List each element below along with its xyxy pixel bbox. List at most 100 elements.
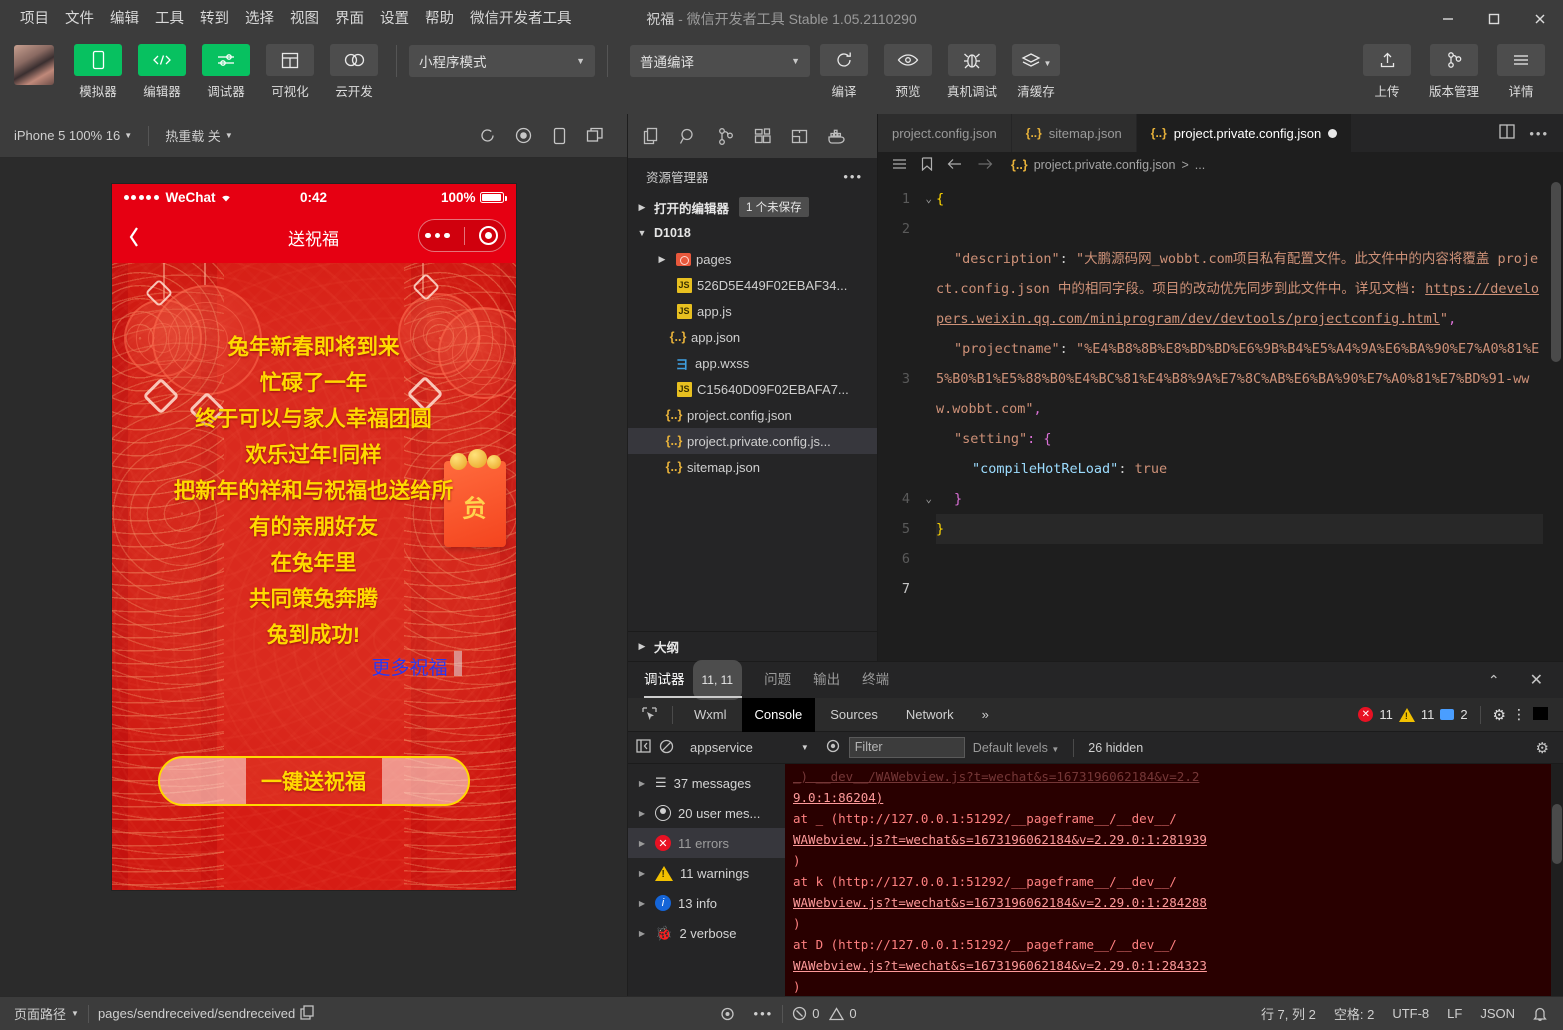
split-editor-icon[interactable]	[1499, 124, 1515, 142]
files-icon[interactable]	[634, 119, 668, 153]
forward-arrow-icon[interactable]	[977, 158, 993, 173]
console-sidebar-item-verbose[interactable]: ▶ 🐞 2 verbose	[628, 918, 785, 948]
tab-project-config-json[interactable]: project.config.json	[878, 114, 1012, 152]
bookmark-icon[interactable]	[921, 157, 933, 174]
statusbar-indentation[interactable]: 空格: 2	[1325, 1004, 1383, 1023]
devtools-tab-wxml[interactable]: Wxml	[681, 698, 740, 732]
console-sidebar-item-info[interactable]: ▶ i 13 info	[628, 888, 785, 918]
file-row-projectconfig[interactable]: {..} project.config.json	[628, 402, 877, 428]
dock-icon[interactable]	[1532, 706, 1557, 724]
panel-tab-output[interactable]: 输出	[813, 662, 840, 698]
close-miniprogram-icon[interactable]	[479, 226, 498, 245]
code-editor[interactable]: ⌄1 2 3 ⌄4 5 6 7 { "description": "大鹏源码网_…	[878, 178, 1563, 661]
panel-tab-problems[interactable]: 问题	[764, 662, 791, 698]
console-sidebar-item-messages[interactable]: ▶ ☰ 37 messages	[628, 768, 785, 798]
compile-select[interactable]: 普通编译 ▼	[630, 45, 810, 77]
simulator-popout-button[interactable]	[577, 121, 613, 151]
console-levels-select[interactable]: Default levels ▼	[973, 741, 1059, 755]
simulator-record-button[interactable]	[505, 121, 541, 151]
file-row-hash2[interactable]: JS C15640D09F02EBAFA7...	[628, 376, 877, 402]
bell-icon[interactable]	[1524, 1006, 1563, 1022]
settings-icon[interactable]: ⚙	[1493, 706, 1506, 724]
avatar[interactable]	[14, 45, 54, 85]
devtools-more-tabs[interactable]: »	[969, 698, 1002, 732]
statusbar-eol[interactable]: LF	[1438, 1006, 1471, 1021]
console-scrollbar[interactable]	[1551, 764, 1563, 996]
toolbar-button-simulator[interactable]: 模拟器	[68, 44, 128, 100]
open-editors-section[interactable]: ▶ 打开的编辑器 1 个未保存	[628, 194, 877, 220]
copy-icon[interactable]	[300, 1005, 314, 1023]
docker-icon[interactable]	[819, 119, 853, 153]
menu-item-select[interactable]: 选择	[237, 0, 282, 38]
search-icon[interactable]	[671, 119, 705, 153]
toolbar-button-cloud[interactable]: 云开发	[324, 44, 384, 100]
menu-item-devtools[interactable]: 微信开发者工具	[462, 0, 580, 38]
file-row-projectprivateconfig[interactable]: {..} project.private.config.js...	[628, 428, 877, 454]
hotreload-select[interactable]: 热重载 关 ▼	[165, 126, 233, 145]
close-button[interactable]	[1517, 0, 1563, 38]
settings-icon[interactable]: ⚙	[1536, 739, 1549, 757]
toolbar-button-editor[interactable]: 编辑器	[132, 44, 192, 100]
toolbar-button-compile[interactable]: 编译	[814, 44, 874, 100]
menu-item-goto[interactable]: 转到	[192, 0, 237, 38]
statusbar-encoding[interactable]: UTF-8	[1383, 1006, 1438, 1021]
file-row-sitemap[interactable]: {..} sitemap.json	[628, 454, 877, 480]
send-blessing-button[interactable]: 一键送祝福	[158, 756, 470, 806]
toolbar-button-visualization[interactable]: 可视化	[260, 44, 320, 100]
mode-select[interactable]: 小程序模式 ▼	[409, 45, 595, 77]
maximize-button[interactable]	[1471, 0, 1517, 38]
statusbar-problems[interactable]: 0 0	[783, 1006, 865, 1021]
toolbar-button-preview[interactable]: 预览	[878, 44, 938, 100]
menu-item-tools[interactable]: 工具	[147, 0, 192, 38]
inspect-icon[interactable]	[634, 707, 664, 722]
statusbar-cursor-position[interactable]: 行 7, 列 2	[1252, 1004, 1325, 1023]
tab-project-private-config-json[interactable]: {..} project.private.config.json	[1137, 114, 1352, 152]
toolbar-button-debugger[interactable]: 调试器	[196, 44, 256, 100]
statusbar-language[interactable]: JSON	[1471, 1006, 1524, 1021]
menu-item-help[interactable]: 帮助	[417, 0, 462, 38]
menu-item-settings[interactable]: 设置	[372, 0, 417, 38]
console-hidden-count[interactable]: 26 hidden	[1088, 741, 1143, 755]
devtools-tab-network[interactable]: Network	[893, 698, 967, 732]
statusbar-more-button[interactable]: •••	[745, 1006, 783, 1021]
menu-item-view[interactable]: 视图	[282, 0, 327, 38]
minimize-button[interactable]	[1425, 0, 1471, 38]
console-log-output[interactable]: _) __dev__/WAWebview.js?t=wechat&s=16731…	[785, 764, 1563, 996]
outline-section[interactable]: ▶ 大纲	[628, 631, 877, 661]
kebab-icon[interactable]: ⋮	[1512, 706, 1526, 723]
console-sidebar-item-user-messages[interactable]: ▶ 20 user mes...	[628, 798, 785, 828]
console-sidebar-item-warnings[interactable]: ▶ 11 warnings	[628, 858, 785, 888]
device-select[interactable]: iPhone 5 100% 16 ▼	[14, 128, 132, 143]
fold-icon[interactable]: ⌄	[925, 184, 932, 214]
eye-icon[interactable]	[825, 739, 841, 756]
toolbar-button-clear-cache[interactable]: ▼ 清缓存	[1006, 44, 1066, 100]
code-text[interactable]: { "description": "大鹏源码网_wobbt.com项目私有配置文…	[936, 178, 1563, 661]
toolbar-button-upload[interactable]: 上传	[1357, 44, 1417, 100]
file-row-appjs[interactable]: JS app.js	[628, 298, 877, 324]
page-path-select[interactable]: 页面路径 ▼	[0, 1004, 88, 1023]
breadcrumb-file[interactable]: {..} project.private.config.json > ...	[1011, 158, 1205, 172]
editor-scrollbar[interactable]	[1549, 178, 1563, 661]
panel-tab-debugger[interactable]: 调试器 11, 11	[644, 662, 742, 698]
tab-sitemap-json[interactable]: {..} sitemap.json	[1012, 114, 1137, 152]
more-actions-icon[interactable]: •••	[1529, 126, 1549, 141]
file-row-appjson[interactable]: {..} app.json	[628, 324, 877, 350]
wechat-capsule[interactable]	[418, 219, 506, 252]
panel-tab-terminal[interactable]: 终端	[862, 662, 889, 698]
more-blessings-link[interactable]: 更多祝福	[371, 653, 447, 680]
file-row-appwxss[interactable]: ヨ app.wxss	[628, 350, 877, 376]
simulator-rotate-device-button[interactable]	[541, 121, 577, 151]
back-arrow-icon[interactable]	[947, 158, 963, 173]
statusbar-eye-button[interactable]	[710, 1007, 745, 1021]
menu-item-file[interactable]: 文件	[57, 0, 102, 38]
console-filter-input[interactable]: Filter	[849, 737, 965, 758]
menu-item-edit[interactable]: 编辑	[102, 0, 147, 38]
clear-console-icon[interactable]	[659, 739, 674, 757]
simulator-refresh-button[interactable]	[469, 121, 505, 151]
outline-icon[interactable]	[892, 158, 907, 173]
devtools-tab-console[interactable]: Console	[742, 698, 816, 732]
more-dots-icon[interactable]	[425, 233, 450, 239]
menu-item-project[interactable]: 项目	[12, 0, 57, 38]
sidebar-toggle-icon[interactable]	[636, 739, 651, 756]
file-row-hash1[interactable]: JS 526D5E449F02EBAF34...	[628, 272, 877, 298]
